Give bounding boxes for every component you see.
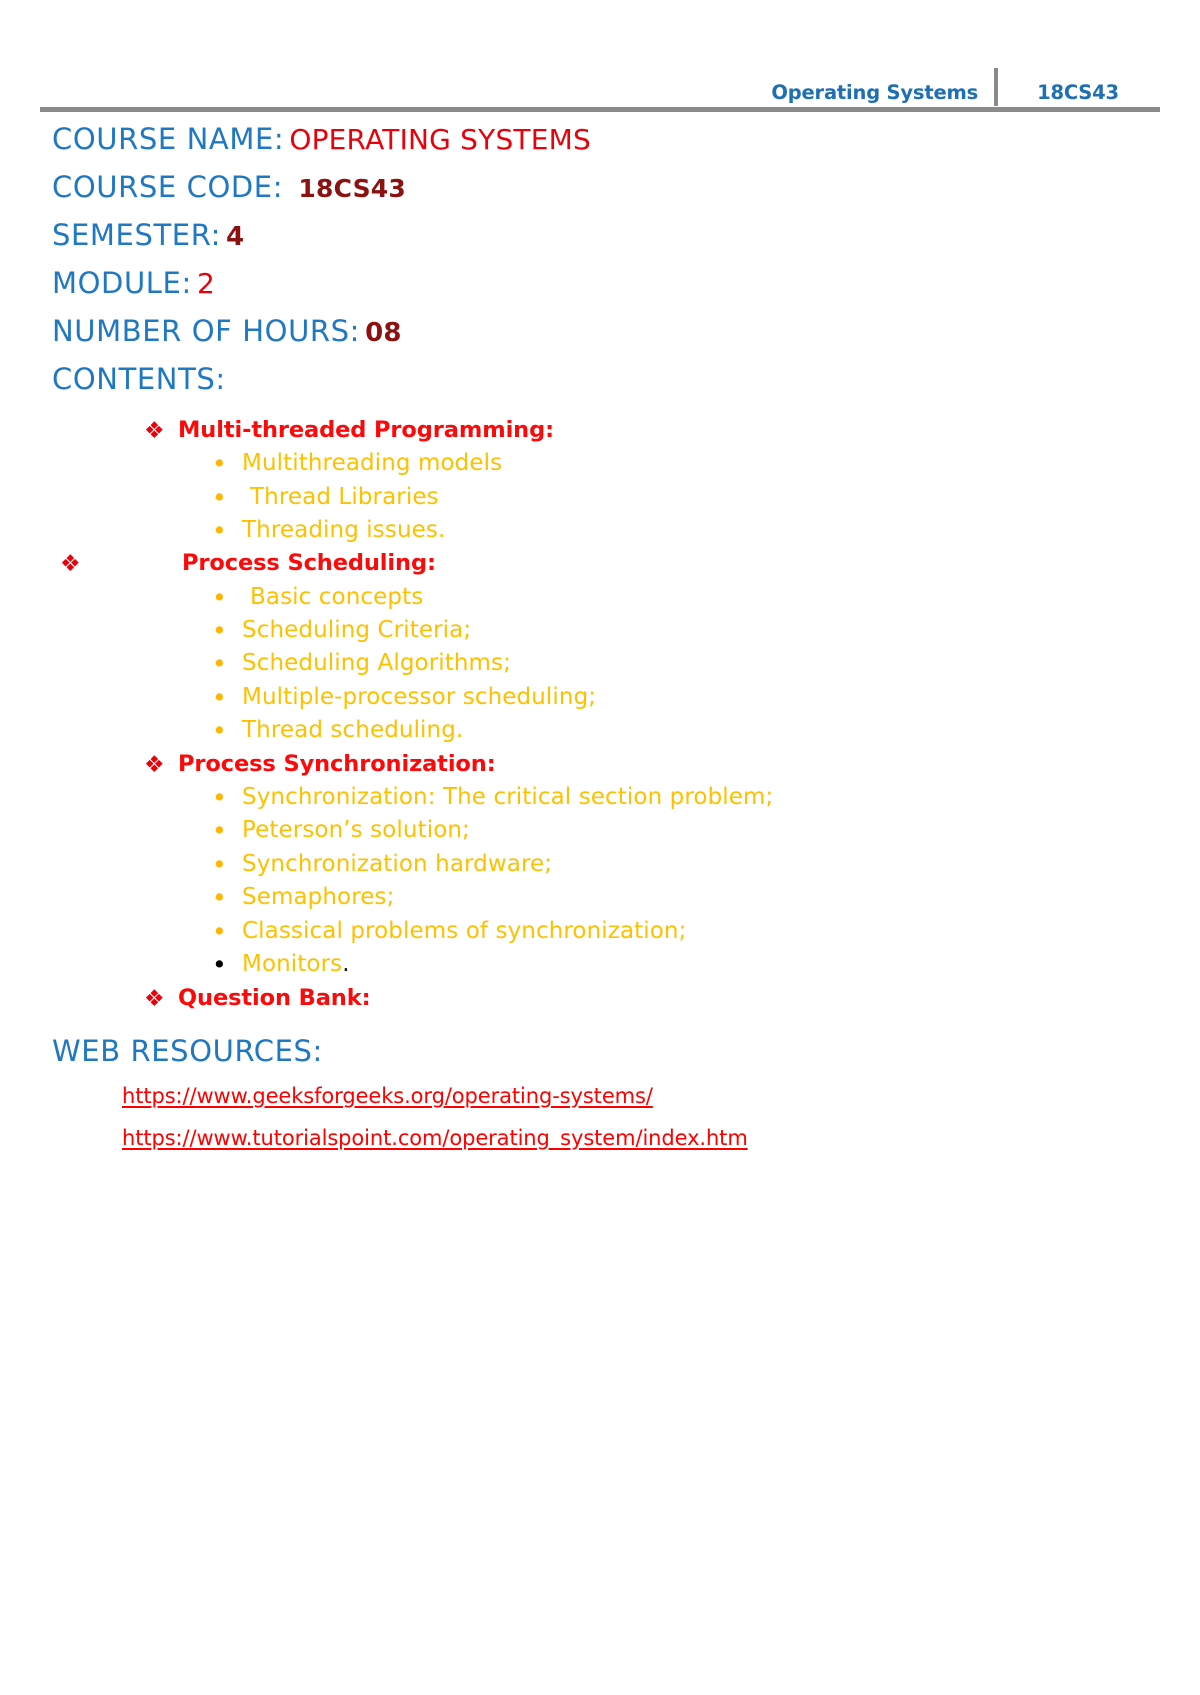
round-bullet-icon: •	[212, 849, 227, 879]
hours-line: NUMBER OF HOURS: 08	[52, 314, 1152, 348]
hours-value: 08	[365, 318, 402, 348]
list-item-label: Scheduling Algorithms;	[242, 650, 511, 677]
module-line: MODULE: 2	[52, 269, 1152, 298]
section-title: Multi-threaded Programming:	[178, 417, 554, 443]
list-item-label: Synchronization hardware;	[242, 850, 553, 877]
list-item: • Thread Libraries	[52, 483, 1152, 512]
list-item-text: Monitors	[242, 951, 343, 978]
list-item: • Synchronization hardware;	[52, 850, 1152, 879]
round-bullet-icon: •	[212, 782, 227, 812]
course-code-value: 18CS43	[298, 174, 406, 203]
semester-value: 4	[226, 222, 245, 252]
web-resource-link-geeksforgeeks[interactable]: https://www.geeksforgeeks.org/operating-…	[122, 1084, 653, 1108]
hours-label: NUMBER OF HOURS:	[52, 314, 361, 348]
round-bullet-icon: •	[212, 649, 227, 679]
round-bullet-icon: •	[212, 950, 227, 980]
list-item: • Classical problems of synchronization;	[52, 917, 1152, 946]
round-bullet-icon: •	[212, 916, 227, 946]
course-name-label: COURSE NAME:	[52, 122, 285, 156]
round-bullet-icon: •	[212, 582, 227, 612]
list-item-label: Monitors.	[242, 950, 350, 979]
list-item-label: Thread Libraries	[250, 483, 439, 510]
list-item: • Multithreading models	[52, 449, 1152, 478]
list-item-label: Threading issues.	[242, 517, 446, 543]
header-course-code: 18CS43	[1037, 81, 1119, 104]
section-title: Process Synchronization:	[178, 750, 496, 777]
document-body: COURSE NAME: OPERATING SYSTEMS COURSE CO…	[52, 125, 1152, 1168]
list-item: • Threading issues.	[52, 516, 1152, 545]
semester-label: SEMESTER:	[52, 218, 221, 252]
list-item: • Multiple-processor scheduling;	[52, 683, 1152, 712]
header-row: Operating Systems 18CS43	[40, 68, 1160, 106]
web-resources-heading: WEB RESOURCES:	[52, 1033, 323, 1068]
header-rule	[40, 107, 1160, 112]
list-item-label: Classical problems of synchronization;	[242, 917, 687, 944]
list-item-label: Basic concepts	[250, 583, 424, 610]
web-resource-row: https://www.geeksforgeeks.org/operating-…	[52, 1084, 1152, 1108]
list-item-label: Multiple-processor scheduling;	[242, 683, 597, 710]
course-code-line: COURSE CODE: 18CS43	[52, 173, 1152, 202]
list-item: • Peterson’s solution;	[52, 816, 1152, 845]
list-item-label: Synchronization: The critical section pr…	[242, 783, 774, 810]
round-bullet-icon: •	[212, 816, 227, 846]
list-item: • Semaphores;	[52, 883, 1152, 912]
list-item: • Monitors.	[52, 950, 1152, 979]
list-item: • Synchronization: The critical section …	[52, 783, 1152, 812]
contents-heading: CONTENTS:	[52, 365, 1152, 394]
list-item: • Thread scheduling.	[52, 716, 1152, 745]
round-bullet-icon: •	[212, 883, 227, 913]
web-resource-link-tutorialspoint[interactable]: https://www.tutorialspoint.com/operating…	[122, 1126, 748, 1150]
section-title: Process Scheduling:	[182, 550, 436, 577]
course-code-label: COURSE CODE:	[52, 170, 284, 204]
round-bullet-icon: •	[212, 516, 227, 545]
course-name-value: OPERATING SYSTEMS	[289, 123, 591, 156]
document-page: Operating Systems 18CS43 COURSE NAME: OP…	[0, 0, 1200, 1695]
round-bullet-icon: •	[212, 449, 227, 479]
course-name-line: COURSE NAME: OPERATING SYSTEMS	[52, 125, 1152, 154]
list-item: • Basic concepts	[52, 583, 1152, 612]
web-resource-row: https://www.tutorialspoint.com/operating…	[52, 1126, 1152, 1150]
list-item-label: Scheduling Criteria;	[242, 617, 472, 643]
list-item-label: Multithreading models	[242, 450, 503, 477]
diamond-bullet-icon: ❖	[144, 418, 165, 444]
diamond-bullet-icon: ❖	[60, 551, 81, 578]
page-header: Operating Systems 18CS43	[40, 68, 1160, 112]
semester-line: SEMESTER: 4	[52, 218, 1152, 252]
section-multi-threaded-programming: ❖ Multi-threaded Programming:	[52, 416, 1152, 444]
section-process-scheduling: ❖ Process Scheduling:	[52, 549, 1152, 577]
section-process-synchronization: ❖ Process Synchronization:	[52, 750, 1152, 778]
round-bullet-icon: •	[212, 482, 227, 512]
list-item-label: Thread scheduling.	[242, 717, 464, 744]
module-value: 2	[196, 267, 215, 300]
module-label: MODULE:	[52, 266, 192, 300]
round-bullet-icon: •	[212, 682, 227, 712]
diamond-bullet-icon: ❖	[144, 985, 165, 1012]
diamond-bullet-icon: ❖	[144, 751, 165, 778]
section-question-bank: ❖ Question Bank:	[52, 984, 1152, 1012]
list-item-label: Semaphores;	[242, 884, 395, 911]
header-course-title: Operating Systems	[771, 81, 978, 104]
list-item-label: Peterson’s solution;	[242, 817, 470, 844]
contents-label: CONTENTS:	[52, 362, 226, 396]
section-title: Question Bank:	[178, 984, 371, 1011]
round-bullet-icon: •	[212, 616, 227, 645]
list-item: • Scheduling Algorithms;	[52, 649, 1152, 678]
list-item: • Scheduling Criteria;	[52, 616, 1152, 645]
list-item-period: .	[342, 951, 350, 978]
round-bullet-icon: •	[212, 716, 227, 746]
